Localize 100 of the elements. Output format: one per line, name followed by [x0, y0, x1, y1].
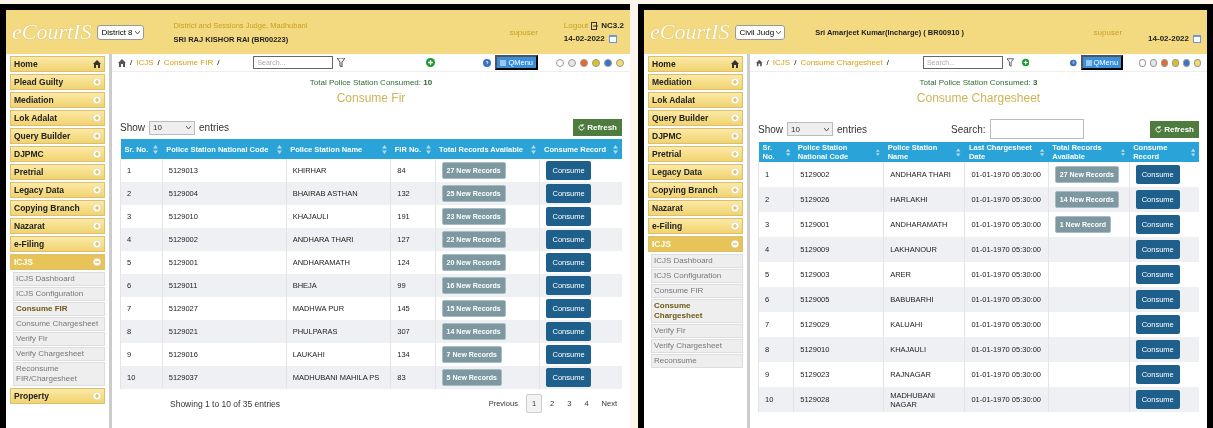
filter-icon[interactable] — [1006, 58, 1014, 67]
entries-label: entries — [837, 123, 868, 135]
show-label: Show — [758, 123, 783, 135]
sidebar-subitem[interactable]: ICJS Dashboard — [13, 272, 105, 286]
sidebar-home-item[interactable]: Home — [648, 56, 743, 72]
home-icon[interactable] — [756, 58, 763, 67]
sidebar-item[interactable]: Legacy Data — [648, 164, 743, 180]
plus-circle-icon — [93, 222, 101, 230]
sidebar-subitem[interactable]: Verify Fir — [13, 332, 105, 346]
refresh-icon — [1155, 125, 1163, 133]
sidebar-item[interactable]: Mediation — [10, 92, 105, 108]
breadcrumb-separator: / — [886, 58, 889, 67]
sidebar-item[interactable]: DJPMC — [10, 146, 105, 162]
court-select[interactable]: Civil Judg — [735, 24, 786, 40]
theme-dot[interactable] — [1161, 58, 1169, 67]
table-search-field[interactable] — [989, 119, 1084, 139]
sidebar-subitem[interactable]: Consume FIR — [651, 284, 743, 298]
theme-dot[interactable] — [1172, 58, 1180, 67]
calendar-icon[interactable] — [1193, 34, 1201, 43]
plus-circle-icon — [731, 186, 739, 194]
consumed-summary: Total Police Station Consumed: 10 — [308, 78, 434, 87]
sidebar-item[interactable]: DJPMC — [648, 128, 743, 144]
sort-icon[interactable] — [426, 144, 432, 154]
sidebar-item[interactable]: Pretrial — [10, 164, 105, 180]
help-icon[interactable] — [483, 58, 492, 67]
sidebar-item[interactable]: Copying Branch — [10, 200, 105, 216]
theme-dot[interactable] — [1183, 58, 1191, 67]
sidebar-item[interactable]: Lok Adalat — [10, 110, 105, 126]
sidebar-item[interactable]: e-Filing — [10, 236, 105, 252]
sidebar-subitem[interactable]: ICJS Configuration — [651, 269, 743, 283]
sidebar-item[interactable]: Legacy Data — [10, 182, 105, 198]
plus-circle-icon[interactable] — [426, 58, 436, 67]
sidebar-subitem[interactable]: Consume Chargesheet — [651, 299, 743, 323]
sort-icon[interactable] — [1190, 147, 1195, 157]
refresh-icon — [578, 124, 586, 131]
plus-circle-icon — [731, 222, 739, 230]
sort-icon[interactable] — [876, 147, 880, 157]
court-select[interactable]: District 8 — [97, 24, 144, 40]
refresh-button[interactable]: Refresh — [573, 119, 622, 136]
sidebar-item[interactable]: Query Builder — [648, 110, 743, 126]
sort-icon[interactable] — [1121, 147, 1126, 157]
refresh-button[interactable]: Refresh — [1150, 120, 1199, 138]
plus-circle-icon — [93, 132, 101, 140]
sidebar-subitem[interactable]: Verify Fir — [651, 324, 743, 338]
sidebar-subitem[interactable]: Reconsume FIR/Chargesheet — [13, 362, 105, 386]
sidebar-item[interactable]: Query Builder — [10, 128, 105, 144]
sidebar-item[interactable]: Lok Adalat — [648, 92, 743, 108]
sidebar-subitem[interactable]: Consume Chargesheet — [13, 317, 105, 331]
sort-icon[interactable] — [530, 144, 536, 154]
date-label: 14-02-2022 — [1148, 34, 1189, 43]
theme-dot[interactable] — [1139, 58, 1147, 67]
sidebar-item[interactable]: Mediation — [648, 74, 743, 90]
calendar-icon[interactable] — [608, 34, 617, 43]
sidebar-subitem[interactable]: Verify Chargesheet — [651, 339, 743, 353]
search-label: Search: — [951, 123, 986, 135]
breadcrumb-separator: / — [157, 58, 160, 67]
sort-icon[interactable] — [277, 144, 283, 154]
entries-info: Showing 1 to 10 of 35 entries — [170, 398, 281, 409]
theme-dot[interactable] — [1150, 58, 1158, 67]
sidebar-item[interactable]: e-Filing — [648, 218, 743, 234]
theme-dot[interactable] — [568, 58, 576, 67]
sort-icon[interactable] — [956, 147, 961, 157]
sort-icon[interactable] — [381, 144, 387, 154]
sidebar-item[interactable]: Plead Guilty — [10, 74, 105, 90]
theme-dot[interactable] — [616, 58, 624, 67]
sidebar-item[interactable]: Pretrial — [648, 146, 743, 162]
sidebar-subitem[interactable]: Reconsume — [651, 354, 743, 368]
sidebar-item[interactable]: Nazarat — [10, 218, 105, 234]
menu-icon — [500, 59, 507, 66]
filter-icon[interactable] — [337, 58, 346, 67]
sort-icon[interactable] — [785, 147, 790, 157]
plus-circle-icon — [93, 78, 101, 86]
theme-dot[interactable] — [556, 58, 564, 67]
exit-icon[interactable] — [591, 21, 599, 30]
plus-circle-icon — [731, 96, 739, 104]
sidebar-subitem[interactable]: ICJS Configuration — [13, 287, 105, 301]
theme-dot[interactable] — [592, 58, 600, 67]
plus-circle-icon — [93, 204, 101, 212]
plus-circle-icon[interactable] — [1021, 58, 1029, 67]
sidebar-home-item[interactable]: Home — [10, 56, 105, 72]
sort-icon[interactable] — [613, 144, 618, 154]
minus-circle-icon — [731, 240, 739, 248]
theme-dot[interactable] — [604, 58, 612, 67]
page-size-select[interactable]: 10 — [149, 120, 195, 135]
sidebar-item[interactable]: Nazarat — [648, 200, 743, 216]
home-icon[interactable] — [118, 58, 126, 67]
page-size-select[interactable]: 10 — [787, 122, 833, 136]
breadcrumb-separator: / — [130, 58, 133, 67]
theme-dot[interactable] — [580, 58, 588, 67]
sort-icon[interactable] — [1040, 147, 1045, 157]
breadcrumb-separator: / — [766, 58, 769, 67]
help-icon[interactable] — [1069, 58, 1077, 67]
theme-dot[interactable] — [1194, 58, 1201, 67]
sidebar-subitem[interactable]: Verify Chargesheet — [13, 347, 105, 361]
sidebar-subitem[interactable]: ICJS Dashboard — [651, 254, 743, 268]
plus-circle-icon — [93, 392, 101, 400]
sidebar-item[interactable]: Copying Branch — [648, 182, 743, 198]
sidebar-item[interactable]: Property — [10, 388, 105, 404]
sort-icon[interactable] — [153, 144, 159, 154]
sidebar-subitem[interactable]: Consume FIR — [13, 302, 105, 316]
